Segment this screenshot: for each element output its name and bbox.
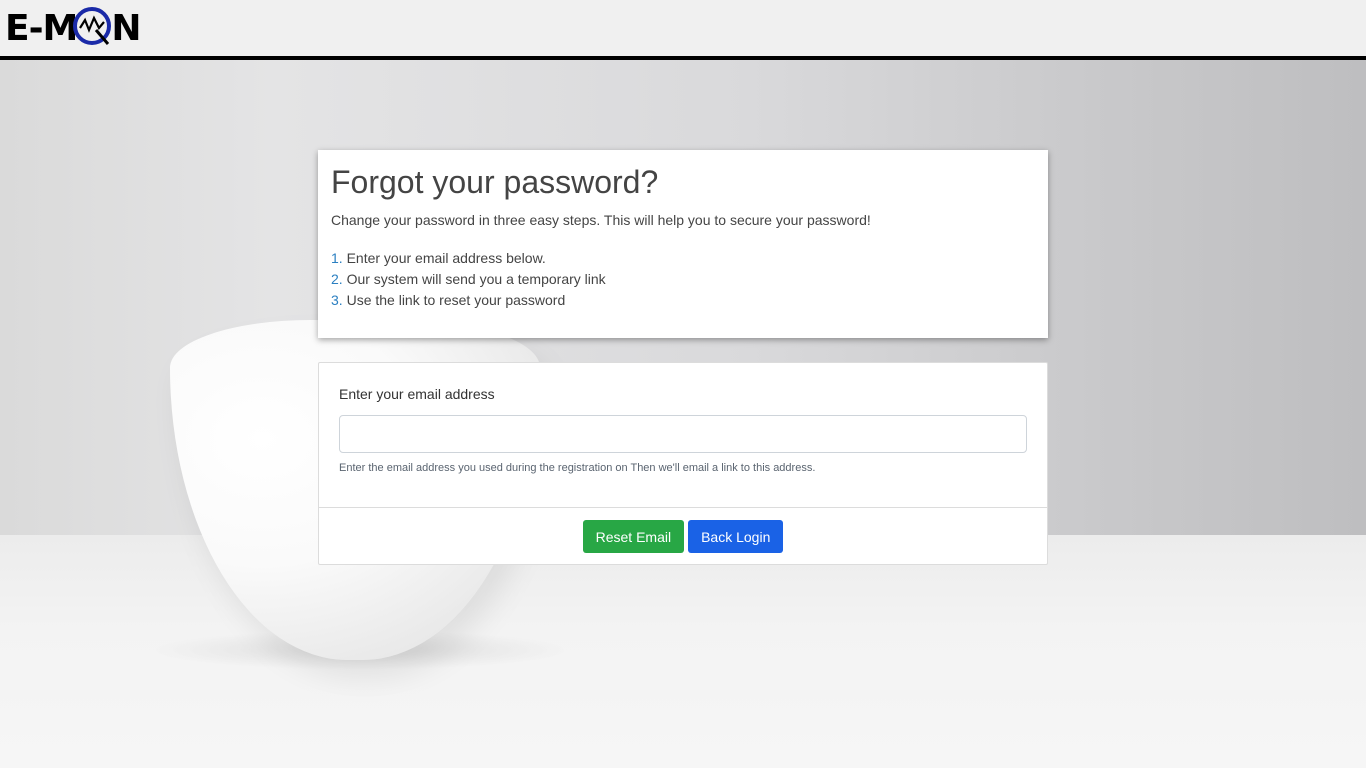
form-body: Enter your email address Enter the email…	[319, 363, 1047, 507]
list-item: 1. Enter your email address below.	[331, 248, 1035, 269]
logo-text-left: E-M	[5, 7, 78, 49]
instructions-card: Forgot your password? Change your passwo…	[318, 150, 1048, 338]
reset-form-card: Enter your email address Enter the email…	[318, 362, 1048, 565]
back-login-button[interactable]: Back Login	[688, 520, 784, 553]
step-text: Use the link to reset your password	[342, 292, 566, 308]
step-number: 1.	[331, 250, 343, 266]
step-text: Our system will send you a temporary lin…	[342, 271, 606, 287]
list-item: 2. Our system will send you a temporary …	[331, 269, 1035, 290]
form-footer: Reset Email Back Login	[319, 507, 1047, 565]
step-number: 2.	[331, 271, 343, 287]
email-field[interactable]	[339, 415, 1027, 453]
reset-email-button[interactable]: Reset Email	[582, 520, 685, 553]
steps-list: 1. Enter your email address below. 2. Ou…	[331, 248, 1035, 311]
email-label: Enter your email address	[339, 386, 495, 402]
subtitle: Change your password in three easy steps…	[331, 212, 871, 228]
logo-magnifier-icon	[73, 7, 111, 45]
logo-text-right: N	[111, 7, 141, 49]
step-text: Enter your email address below.	[342, 250, 546, 266]
page-title: Forgot your password?	[331, 164, 659, 200]
step-number: 3.	[331, 292, 343, 308]
top-bar: E-M N	[0, 0, 1366, 60]
list-item: 3. Use the link to reset your password	[331, 290, 1035, 311]
email-help-text: Enter the email address you used during …	[339, 462, 816, 474]
